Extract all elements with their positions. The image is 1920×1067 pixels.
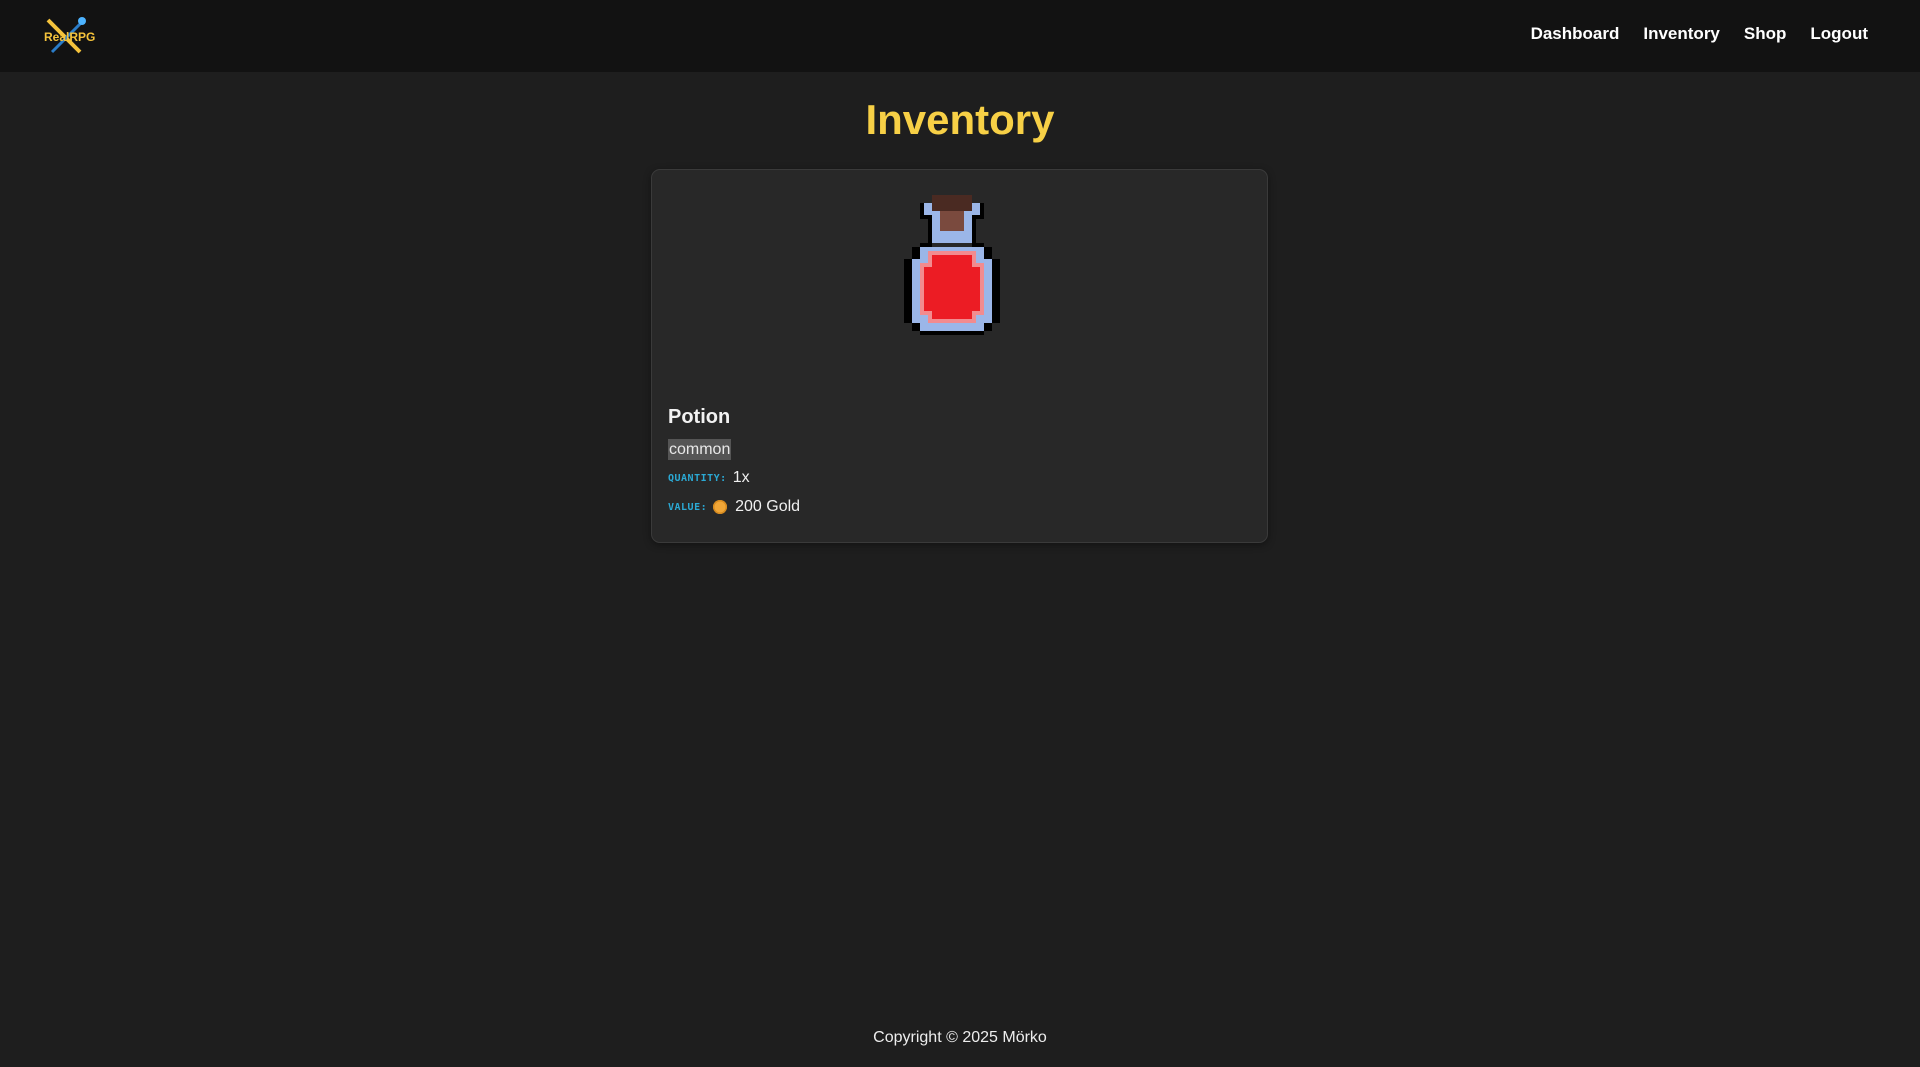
red-potion-icon — [904, 195, 1000, 335]
nav-dashboard-link[interactable]: Dashboard — [1531, 24, 1620, 44]
value-amount: 200 Gold — [735, 498, 801, 515]
quantity-value: 1x — [732, 469, 750, 486]
nav-shop-link[interactable]: Shop — [1744, 24, 1787, 44]
item-name: Potion — [668, 406, 731, 428]
quantity-label: QUANTITY: — [668, 472, 727, 484]
top-navbar: RealRPG Dashboard Inventory Shop Logout — [0, 0, 1920, 72]
gold-coin-icon — [713, 500, 728, 514]
rarity-badge: common — [668, 439, 732, 460]
item-image — [904, 192, 1016, 342]
value-label: VALUE: — [668, 501, 708, 513]
logo-text: RealRPG — [44, 30, 96, 44]
page-title: Inventory — [865, 96, 1055, 143]
quantity-row: QUANTITY: 1x — [668, 469, 750, 487]
footer-copyright: Copyright © 2025 Mörko — [873, 1029, 1047, 1046]
value-row: VALUE: 200 Gold — [668, 498, 800, 516]
nav-inventory-link[interactable]: Inventory — [1643, 24, 1720, 44]
inventory-item-card[interactable]: Potion common QUANTITY: 1x VALUE: 200 Go… — [651, 169, 1268, 543]
main-nav: Dashboard Inventory Shop Logout — [1531, 24, 1868, 44]
logo[interactable]: RealRPG — [40, 14, 96, 58]
nav-logout-link[interactable]: Logout — [1810, 24, 1868, 44]
